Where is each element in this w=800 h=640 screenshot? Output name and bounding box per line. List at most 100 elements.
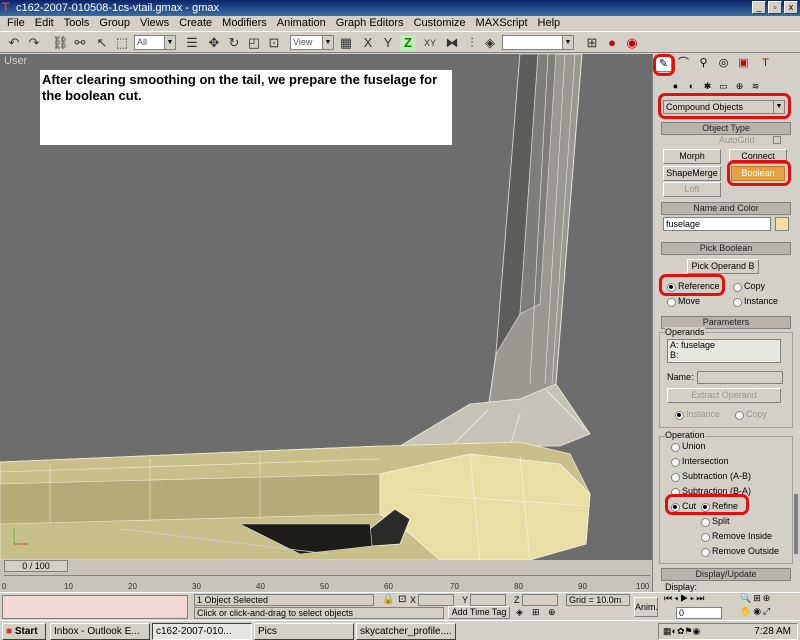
operand-a[interactable]: A: fuselage bbox=[670, 340, 780, 350]
snap-icon[interactable]: ◈ bbox=[482, 35, 498, 51]
menu-graph-editors[interactable]: Graph Editors bbox=[331, 16, 409, 30]
time-slider[interactable]: 0 / 100 bbox=[4, 560, 68, 572]
scale-icon[interactable]: ◰ bbox=[246, 35, 262, 51]
named-selection-dropdown[interactable]: ▼ bbox=[502, 35, 574, 50]
display-tab-icon[interactable]: ▣ bbox=[735, 55, 752, 72]
pivot-icon[interactable]: ⊡ bbox=[266, 35, 282, 51]
region-select-icon[interactable]: ⬚ bbox=[114, 35, 130, 51]
menu-create[interactable]: Create bbox=[174, 16, 217, 30]
remove-inside-radio[interactable]: Remove Inside bbox=[701, 530, 772, 542]
object-color-swatch[interactable] bbox=[775, 217, 789, 231]
playback-controls-icon[interactable]: ⏮◂▶▸⏭ bbox=[664, 593, 706, 604]
instance-radio[interactable]: Instance bbox=[733, 295, 778, 307]
remove-outside-radio[interactable]: Remove Outside bbox=[701, 545, 779, 557]
absolute-mode-icon[interactable]: ⊡ bbox=[398, 594, 406, 605]
menu-edit[interactable]: Edit bbox=[30, 16, 59, 30]
zoom-extents-icon[interactable]: ⊞ bbox=[532, 607, 540, 618]
maximize-button[interactable]: ▫ bbox=[768, 1, 782, 14]
rotate-icon[interactable]: ↻ bbox=[226, 35, 242, 51]
pick-operand-b-button[interactable]: Pick Operand B bbox=[687, 259, 759, 274]
render-icon[interactable]: ● bbox=[604, 35, 620, 51]
menu-group[interactable]: Group bbox=[94, 16, 135, 30]
task-skycatcher[interactable]: skycatcher_profile.... bbox=[356, 623, 456, 640]
anim-button[interactable]: Anim. bbox=[634, 597, 658, 617]
menu-views[interactable]: Views bbox=[135, 16, 174, 30]
unlink-icon[interactable]: ⚯ bbox=[72, 35, 88, 51]
material-editor-icon[interactable]: ⊞ bbox=[584, 35, 600, 51]
key-mode-icon[interactable]: ◈ bbox=[516, 607, 523, 618]
menu-tools[interactable]: Tools bbox=[59, 16, 95, 30]
redo-icon[interactable]: ↷ bbox=[26, 35, 42, 51]
y-coord-field[interactable] bbox=[470, 594, 506, 606]
menu-modifiers[interactable]: Modifiers bbox=[217, 16, 272, 30]
menu-maxscript[interactable]: MAXScript bbox=[471, 16, 533, 30]
autogrid-checkbox[interactable] bbox=[773, 136, 781, 144]
move-radio[interactable]: Move bbox=[667, 295, 700, 307]
loft-button[interactable]: Loft bbox=[663, 182, 721, 197]
modify-tab-icon[interactable]: ⌒ bbox=[675, 55, 692, 72]
operands-list[interactable]: A: fuselage B: bbox=[667, 339, 781, 363]
current-frame-field[interactable]: 0 bbox=[676, 607, 722, 619]
minimize-button[interactable]: _ bbox=[752, 1, 766, 14]
align-icon[interactable]: ⫶ bbox=[464, 35, 480, 51]
link-icon[interactable]: ⛓ bbox=[52, 35, 69, 51]
axis-z-button[interactable]: Z bbox=[400, 35, 416, 51]
undo-icon[interactable]: ↶ bbox=[6, 35, 22, 51]
track-bar[interactable]: 0 10 20 30 40 50 60 70 80 90 100 bbox=[2, 575, 650, 591]
viewport-user[interactable]: User After clearing smoothing on the tai… bbox=[0, 54, 652, 560]
x-coord-field[interactable] bbox=[418, 594, 454, 606]
snap-toggle-icon[interactable]: ⊕ bbox=[548, 607, 556, 618]
menu-help[interactable]: Help bbox=[533, 16, 566, 30]
pivot-center-icon[interactable]: ▦ bbox=[338, 35, 354, 51]
quick-render-icon[interactable]: ◉ bbox=[624, 35, 640, 51]
start-button[interactable]: ■ Start bbox=[2, 623, 46, 640]
operand-name-field[interactable] bbox=[697, 371, 783, 384]
viewport-label[interactable]: User bbox=[4, 55, 27, 67]
move-icon[interactable]: ✥ bbox=[206, 35, 222, 51]
pick-boolean-rollout[interactable]: Pick Boolean bbox=[661, 242, 791, 255]
extract-copy-radio[interactable]: Copy bbox=[735, 408, 767, 420]
menu-customize[interactable]: Customize bbox=[409, 16, 471, 30]
maxscript-listener[interactable] bbox=[2, 595, 188, 619]
shapemerge-button[interactable]: ShapeMerge bbox=[663, 166, 721, 181]
z-coord-field[interactable] bbox=[522, 594, 558, 606]
object-type-rollout[interactable]: Object Type bbox=[661, 122, 791, 135]
close-button[interactable]: x bbox=[784, 1, 798, 14]
name-color-rollout[interactable]: Name and Color bbox=[661, 202, 791, 215]
system-tray: ▦◐✿⚑◉ 7:28 AM bbox=[658, 623, 798, 640]
morph-button[interactable]: Morph bbox=[663, 149, 721, 164]
extract-instance-radio[interactable]: Instance bbox=[675, 408, 720, 420]
object-name-field[interactable]: fuselage bbox=[663, 217, 771, 231]
reference-highlight bbox=[659, 274, 725, 296]
select-object-icon[interactable]: ↖ bbox=[94, 35, 110, 51]
ref-coord-dropdown[interactable]: View ▼ bbox=[290, 35, 334, 50]
hierarchy-tab-icon[interactable]: ⚲ bbox=[695, 55, 712, 72]
display-update-rollout[interactable]: Display/Update bbox=[661, 568, 791, 581]
axis-xy-button[interactable]: XY bbox=[420, 35, 440, 51]
lock-icon[interactable]: 🔒 bbox=[382, 594, 394, 605]
intersection-radio[interactable]: Intersection bbox=[671, 455, 729, 467]
axis-y-button[interactable]: Y bbox=[380, 35, 396, 51]
viewport-nav-icons[interactable]: 🔍⊞⊕ bbox=[740, 593, 772, 604]
utilities-tab-icon[interactable]: T bbox=[757, 55, 774, 72]
menu-animation[interactable]: Animation bbox=[272, 16, 331, 30]
task-gmax[interactable]: c162-2007-010... bbox=[152, 623, 252, 640]
tray-icons[interactable]: ▦◐✿⚑◉ bbox=[663, 624, 700, 639]
add-time-tag-button[interactable]: Add Time Tag bbox=[448, 606, 510, 619]
select-by-name-icon[interactable]: ☰ bbox=[184, 35, 200, 51]
task-outlook[interactable]: Inbox - Outlook E... bbox=[50, 623, 150, 640]
pan-orbit-icons[interactable]: ✋◉⤢ bbox=[740, 606, 772, 617]
menu-file[interactable]: File bbox=[2, 16, 30, 30]
panel-scrollbar[interactable] bbox=[794, 494, 798, 554]
task-pics[interactable]: Pics bbox=[254, 623, 354, 640]
mirror-icon[interactable]: ⧓ bbox=[444, 35, 460, 51]
axis-x-button[interactable]: X bbox=[360, 35, 376, 51]
operand-b[interactable]: B: bbox=[670, 350, 780, 360]
motion-tab-icon[interactable]: ◎ bbox=[715, 55, 732, 72]
extract-operand-button[interactable]: Extract Operand bbox=[667, 388, 781, 403]
selection-filter-dropdown[interactable]: All ▼ bbox=[134, 35, 176, 50]
split-radio[interactable]: Split bbox=[701, 515, 730, 527]
copy-radio[interactable]: Copy bbox=[733, 280, 765, 292]
union-radio[interactable]: Union bbox=[671, 440, 706, 452]
subtraction-a-b-radio[interactable]: Subtraction (A-B) bbox=[671, 470, 751, 482]
